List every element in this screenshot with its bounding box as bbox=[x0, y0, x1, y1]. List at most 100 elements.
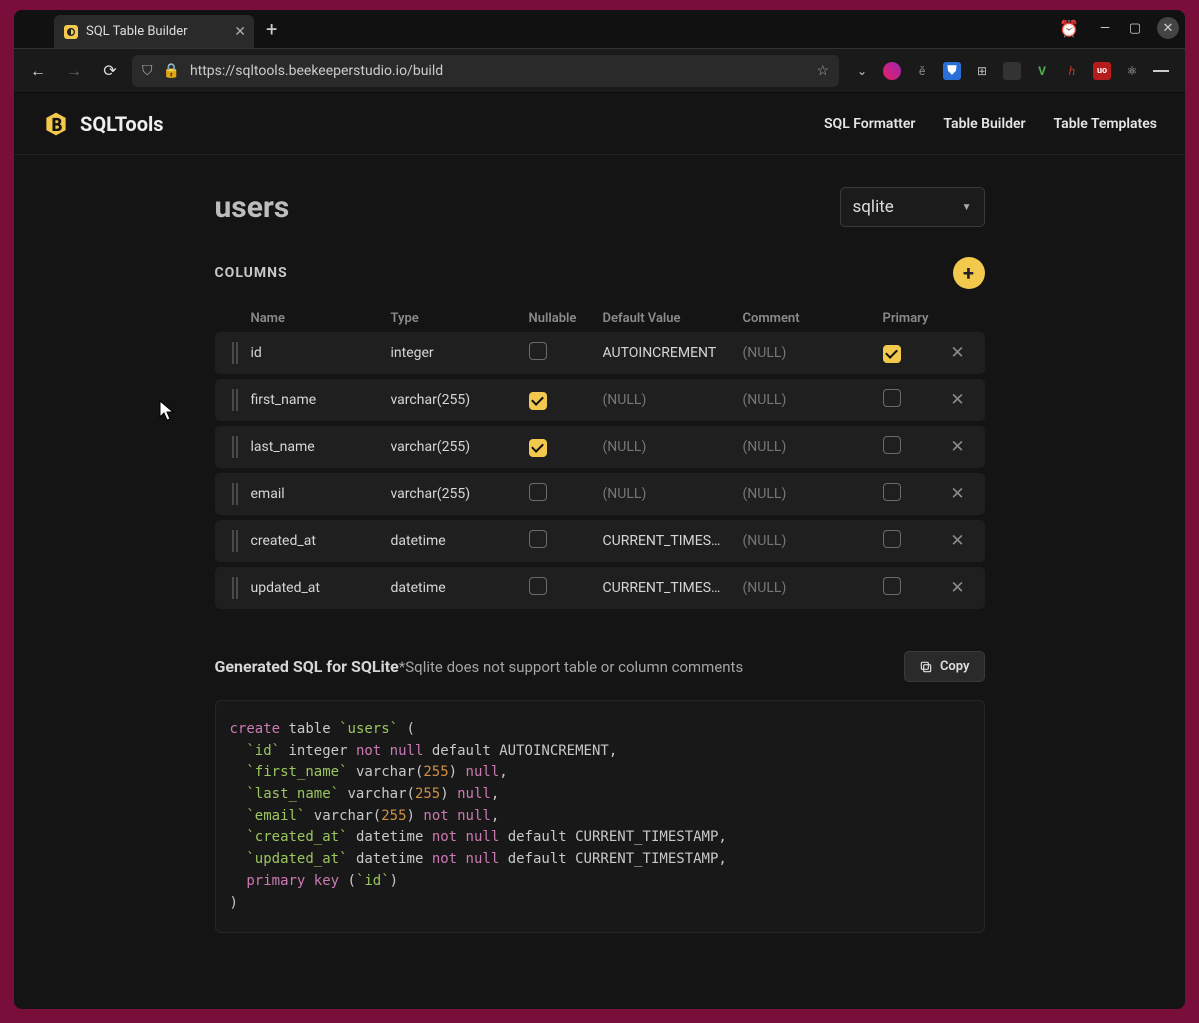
copy-button[interactable]: Copy bbox=[904, 651, 985, 682]
nullable-checkbox[interactable] bbox=[529, 392, 547, 410]
column-default[interactable]: CURRENT_TIMES… bbox=[603, 580, 743, 596]
alarm-icon[interactable]: ⏰ bbox=[1059, 19, 1079, 38]
ext-react[interactable]: ⚛ bbox=[1123, 62, 1141, 80]
primary-checkbox[interactable] bbox=[883, 436, 901, 454]
col-header-primary: Primary bbox=[883, 311, 933, 326]
primary-checkbox[interactable] bbox=[883, 389, 901, 407]
ext-bitwarden[interactable]: ⛊ bbox=[943, 62, 961, 80]
table-name[interactable]: users bbox=[215, 190, 290, 225]
column-type[interactable]: datetime bbox=[391, 533, 529, 549]
primary-checkbox[interactable] bbox=[883, 345, 901, 363]
ext-dark[interactable] bbox=[1003, 62, 1021, 80]
drag-handle-icon[interactable] bbox=[215, 483, 251, 505]
window-minimize[interactable]: — bbox=[1091, 14, 1119, 42]
tab-close-icon[interactable]: ✕ bbox=[234, 24, 246, 40]
drag-handle-icon[interactable] bbox=[215, 577, 251, 599]
drag-handle-icon[interactable] bbox=[215, 389, 251, 411]
ext-red-h[interactable]: h bbox=[1063, 62, 1081, 80]
avatar-icon[interactable] bbox=[883, 62, 901, 80]
col-header-nullable: Nullable bbox=[529, 311, 603, 326]
ext-gnome[interactable]: ĕ bbox=[913, 62, 931, 80]
column-name[interactable]: id bbox=[251, 345, 391, 361]
columns-label: COLUMNS bbox=[215, 265, 288, 281]
column-comment[interactable]: (NULL) bbox=[743, 439, 883, 455]
app-header: SQLTools SQL Formatter Table Builder Tab… bbox=[14, 93, 1185, 155]
column-name[interactable]: email bbox=[251, 486, 391, 502]
column-type[interactable]: datetime bbox=[391, 580, 529, 596]
copy-icon bbox=[919, 660, 933, 674]
column-default[interactable]: (NULL) bbox=[603, 439, 743, 455]
nullable-checkbox[interactable] bbox=[529, 577, 547, 595]
primary-checkbox[interactable] bbox=[883, 530, 901, 548]
window-close[interactable]: ✕ bbox=[1157, 17, 1179, 39]
column-type[interactable]: integer bbox=[391, 345, 529, 361]
col-header-name: Name bbox=[251, 311, 391, 326]
brand[interactable]: SQLTools bbox=[42, 110, 164, 138]
address-bar[interactable]: ⛉ 🔒 https://sqltools.beekeeperstudio.io/… bbox=[132, 55, 839, 87]
database-select[interactable]: sqlite ▼ bbox=[840, 187, 985, 227]
column-name[interactable]: updated_at bbox=[251, 580, 391, 596]
browser-tabbar: SQL Table Builder ✕ + ⏰ — ▢ ✕ bbox=[14, 10, 1185, 48]
columns-grid: Name Type Nullable Default Value Comment… bbox=[215, 305, 985, 609]
column-comment[interactable]: (NULL) bbox=[743, 580, 883, 596]
nav-back-button[interactable]: ← bbox=[24, 57, 52, 85]
column-name[interactable]: last_name bbox=[251, 439, 391, 455]
nullable-checkbox[interactable] bbox=[529, 530, 547, 548]
ext-vue[interactable]: V bbox=[1033, 62, 1051, 80]
drag-handle-icon[interactable] bbox=[215, 342, 251, 364]
column-comment[interactable]: (NULL) bbox=[743, 486, 883, 502]
column-row: updated_atdatetime CURRENT_TIMES…(NULL) ✕ bbox=[215, 567, 985, 609]
shield-icon[interactable]: ⛉ bbox=[142, 63, 153, 79]
browser-toolbar: ← → ⟳ ⛉ 🔒 https://sqltools.beekeeperstud… bbox=[14, 48, 1185, 93]
generated-sql-code[interactable]: create table `users` ( `id` integer not … bbox=[215, 700, 985, 933]
caret-down-icon: ▼ bbox=[962, 202, 972, 213]
column-type[interactable]: varchar(255) bbox=[391, 486, 529, 502]
nullable-checkbox[interactable] bbox=[529, 439, 547, 457]
nullable-checkbox[interactable] bbox=[529, 342, 547, 360]
delete-column-button[interactable]: ✕ bbox=[933, 531, 983, 551]
column-comment[interactable]: (NULL) bbox=[743, 392, 883, 408]
column-default[interactable]: AUTOINCREMENT bbox=[603, 345, 743, 361]
database-selected: sqlite bbox=[853, 197, 894, 217]
delete-column-button[interactable]: ✕ bbox=[933, 484, 983, 504]
ext-grid[interactable]: ⊞ bbox=[973, 62, 991, 80]
nav-forward-button[interactable]: → bbox=[60, 57, 88, 85]
nav-table-templates[interactable]: Table Templates bbox=[1054, 116, 1157, 132]
delete-column-button[interactable]: ✕ bbox=[933, 343, 983, 363]
nullable-checkbox[interactable] bbox=[529, 483, 547, 501]
column-name[interactable]: created_at bbox=[251, 533, 391, 549]
app-nav: SQL Formatter Table Builder Table Templa… bbox=[824, 116, 1157, 132]
column-type[interactable]: varchar(255) bbox=[391, 392, 529, 408]
column-default[interactable]: (NULL) bbox=[603, 486, 743, 502]
lock-icon[interactable]: 🔒 bbox=[163, 63, 180, 79]
column-comment[interactable]: (NULL) bbox=[743, 345, 883, 361]
column-default[interactable]: (NULL) bbox=[603, 392, 743, 408]
primary-checkbox[interactable] bbox=[883, 577, 901, 595]
drag-handle-icon[interactable] bbox=[215, 436, 251, 458]
window-maximize[interactable]: ▢ bbox=[1121, 14, 1149, 42]
column-name[interactable]: first_name bbox=[251, 392, 391, 408]
bookmark-star-icon[interactable]: ☆ bbox=[816, 63, 829, 79]
nav-reload-button[interactable]: ⟳ bbox=[96, 57, 124, 85]
extensions-tray: ⌄ ĕ ⛊ ⊞ V h uo ⚛ bbox=[847, 62, 1175, 80]
nav-sql-formatter[interactable]: SQL Formatter bbox=[824, 116, 915, 132]
delete-column-button[interactable]: ✕ bbox=[933, 437, 983, 457]
new-tab-button[interactable]: + bbox=[254, 13, 289, 45]
page-content: SQLTools SQL Formatter Table Builder Tab… bbox=[14, 93, 1185, 1009]
column-default[interactable]: CURRENT_TIMES… bbox=[603, 533, 743, 549]
pocket-icon[interactable]: ⌄ bbox=[853, 62, 871, 80]
column-type[interactable]: varchar(255) bbox=[391, 439, 529, 455]
column-row: created_atdatetime CURRENT_TIMES…(NULL) ✕ bbox=[215, 520, 985, 562]
copy-label: Copy bbox=[940, 659, 970, 674]
delete-column-button[interactable]: ✕ bbox=[933, 578, 983, 598]
drag-handle-icon[interactable] bbox=[215, 530, 251, 552]
delete-column-button[interactable]: ✕ bbox=[933, 390, 983, 410]
nav-table-builder[interactable]: Table Builder bbox=[943, 116, 1025, 132]
browser-tab[interactable]: SQL Table Builder ✕ bbox=[54, 15, 254, 48]
primary-checkbox[interactable] bbox=[883, 483, 901, 501]
column-comment[interactable]: (NULL) bbox=[743, 533, 883, 549]
add-column-button[interactable]: + bbox=[953, 257, 985, 289]
hamburger-menu-icon[interactable] bbox=[1153, 62, 1169, 80]
ext-ublock[interactable]: uo bbox=[1093, 62, 1111, 80]
brand-logo-icon bbox=[42, 110, 70, 138]
